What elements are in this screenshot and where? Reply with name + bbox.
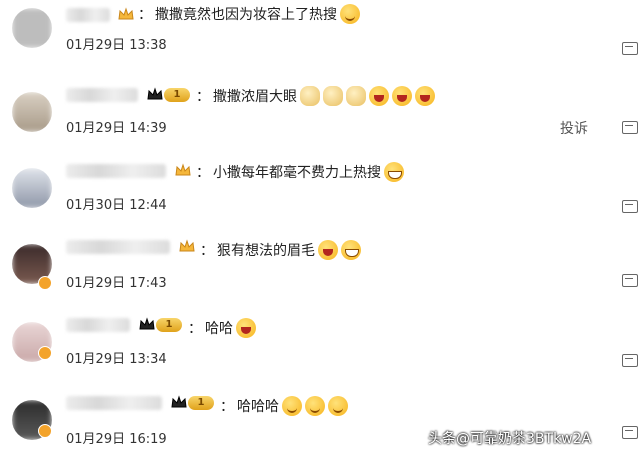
username-blurred[interactable] bbox=[66, 8, 110, 22]
comment-text: ：撒撒浓眉大眼 bbox=[196, 86, 435, 106]
comment-date: 01月29日 13:34 bbox=[66, 352, 167, 367]
comment-row: 1 ：哈哈 01月29日 13:34 bbox=[0, 310, 640, 386]
level-badge: 1 bbox=[188, 396, 214, 410]
message-icon[interactable] bbox=[622, 426, 638, 439]
verified-badge-icon bbox=[38, 346, 52, 360]
message-icon[interactable] bbox=[622, 354, 638, 367]
comment-row: ：小撒每年都毫不费力上热搜 01月30日 12:44 bbox=[0, 156, 640, 232]
crown-icon bbox=[179, 239, 195, 252]
comment-row: ：撒撒竟然也因为妆容上了热搜 01月29日 13:38 bbox=[0, 0, 640, 76]
username-blurred[interactable] bbox=[66, 240, 170, 254]
grin-emoji-icon bbox=[341, 240, 361, 260]
party-emoji-icon bbox=[305, 396, 325, 416]
crown-icon bbox=[118, 7, 134, 20]
comment-text: ：哈哈 bbox=[188, 318, 256, 338]
level-badge: 1 bbox=[164, 88, 190, 102]
verified-badge-icon bbox=[38, 424, 52, 438]
comment-text: ：小撒每年都毫不费力上热搜 bbox=[196, 162, 404, 182]
dog-emoji-icon bbox=[346, 86, 366, 106]
username-blurred[interactable] bbox=[66, 88, 138, 102]
avatar[interactable] bbox=[12, 92, 52, 132]
comment-date: 01月29日 17:43 bbox=[66, 276, 167, 291]
comment-date: 01月29日 14:39 bbox=[66, 121, 167, 136]
message-icon[interactable] bbox=[622, 274, 638, 287]
party-emoji-icon bbox=[328, 396, 348, 416]
laugh-emoji-icon bbox=[318, 240, 338, 260]
crown-icon bbox=[175, 163, 191, 176]
message-icon[interactable] bbox=[622, 42, 638, 55]
smile-emoji-icon bbox=[340, 4, 360, 24]
grin-emoji-icon bbox=[384, 162, 404, 182]
laugh-emoji-icon bbox=[392, 86, 412, 106]
comment-date: 01月29日 13:38 bbox=[66, 38, 167, 53]
message-icon[interactable] bbox=[622, 200, 638, 213]
report-button[interactable]: 投诉 bbox=[560, 118, 588, 138]
comment-row: 1 ：哈哈哈 01月29日 16:19 bbox=[0, 388, 640, 464]
verified-badge-icon bbox=[38, 276, 52, 290]
comment-text: ：狠有想法的眉毛 bbox=[200, 240, 361, 260]
level-badge: 1 bbox=[156, 318, 182, 332]
laugh-emoji-icon bbox=[415, 86, 435, 106]
party-emoji-icon bbox=[282, 396, 302, 416]
comment-date: 01月29日 16:19 bbox=[66, 432, 167, 447]
comment-text: ：哈哈哈 bbox=[220, 396, 348, 416]
watermark: 头条@可靠奶茶3BTkw2A bbox=[428, 431, 592, 447]
avatar[interactable] bbox=[12, 8, 52, 48]
laugh-emoji-icon bbox=[369, 86, 389, 106]
comment-row: ：狠有想法的眉毛 01月29日 17:43 bbox=[0, 232, 640, 308]
avatar[interactable] bbox=[12, 168, 52, 208]
comment-row: 1 ：撒撒浓眉大眼 01月29日 14:39 投诉 bbox=[0, 80, 640, 156]
crown-icon bbox=[147, 87, 163, 100]
message-icon[interactable] bbox=[622, 121, 638, 134]
crown-icon bbox=[171, 395, 187, 408]
username-blurred[interactable] bbox=[66, 318, 130, 332]
comment-date: 01月30日 12:44 bbox=[66, 198, 167, 213]
dog-emoji-icon bbox=[300, 86, 320, 106]
crown-icon bbox=[139, 317, 155, 330]
username-blurred[interactable] bbox=[66, 164, 166, 178]
tongue-emoji-icon bbox=[236, 318, 256, 338]
username-blurred[interactable] bbox=[66, 396, 162, 410]
comment-text: ：撒撒竟然也因为妆容上了热搜 bbox=[138, 4, 360, 24]
dog-emoji-icon bbox=[323, 86, 343, 106]
